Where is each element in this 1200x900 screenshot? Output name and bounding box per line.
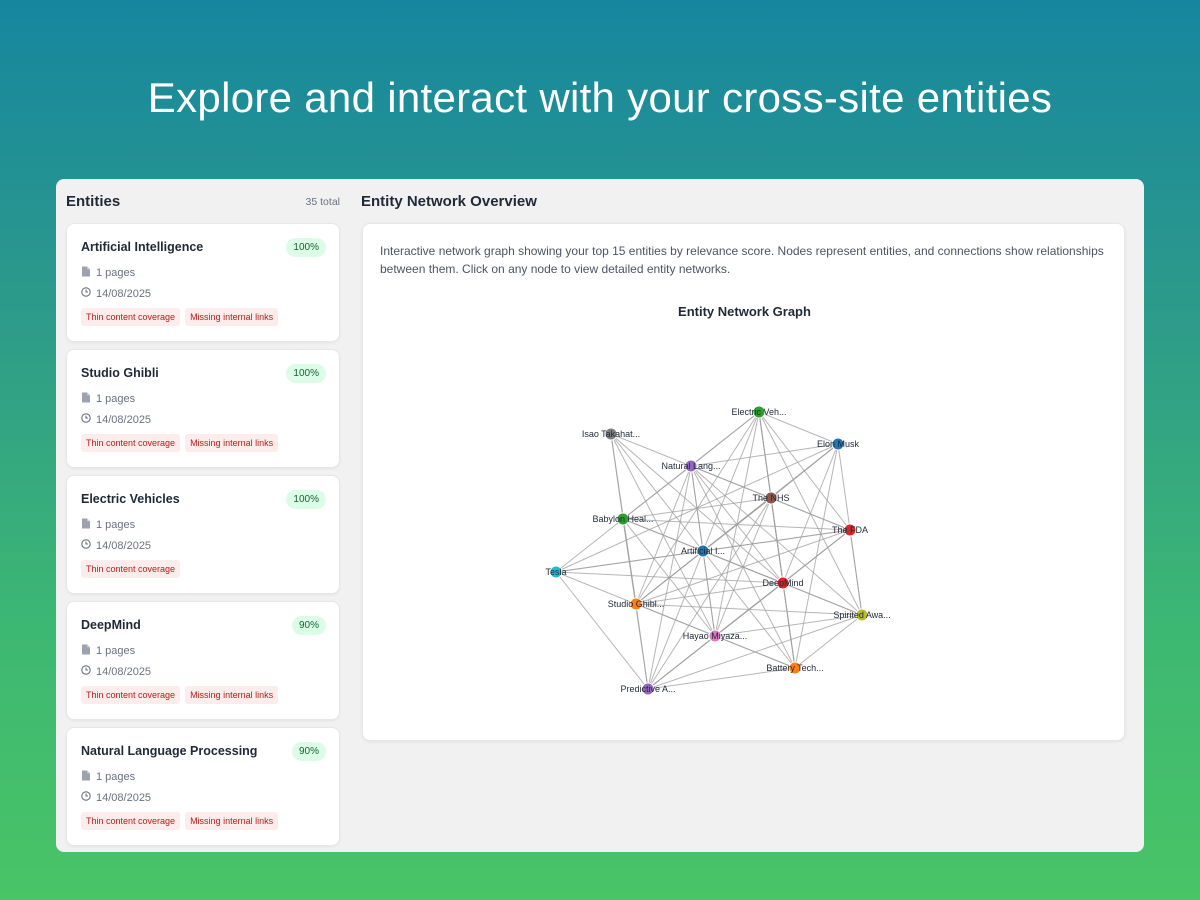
- clock-icon: [81, 287, 96, 300]
- page-count: 1 pages: [81, 266, 135, 280]
- entity-card[interactable]: DeepMind 90% 1 pages 14/08/2025 Thin content…: [66, 601, 340, 720]
- issue-tag: Thin content coverage: [81, 434, 181, 452]
- hero-title: Explore and interact with your cross-sit…: [147, 74, 1053, 121]
- issue-tag: Thin content coverage: [81, 560, 181, 578]
- graph-node-label: Tesla: [545, 567, 566, 577]
- graph-node-label: DeepMind: [762, 578, 803, 588]
- date-label: 14/08/2025: [96, 791, 152, 804]
- document-icon: [81, 644, 96, 658]
- relevance-score-badge: 90%: [291, 742, 326, 761]
- issue-tag: Missing internal links: [185, 308, 279, 326]
- document-icon: [81, 518, 96, 532]
- entity-network-graph[interactable]: Electric Veh... Isao Takahat... Elon Musk N…: [363, 224, 1126, 742]
- page-count-label: 1 pages: [96, 267, 136, 279]
- graph-node-label: Studio Ghibl...: [608, 599, 665, 609]
- graph-edge: [635, 603, 863, 616]
- entity-name: DeepMind: [81, 618, 141, 632]
- page-count: 1 pages: [81, 392, 135, 406]
- issue-tags: Thin content coverage Missing internal li…: [81, 686, 279, 704]
- last-updated: 14/08/2025: [81, 413, 151, 426]
- entity-card[interactable]: Electric Vehicles 100% 1 pages 14/08/2025 Th…: [66, 475, 340, 594]
- relevance-score-badge: 100%: [286, 238, 326, 257]
- graph-node-label: Hayao Miyaza...: [683, 631, 748, 641]
- issue-tag: Missing internal links: [185, 686, 279, 704]
- graph-node-label: Isao Takahat...: [582, 429, 640, 439]
- entity-name: Electric Vehicles: [81, 492, 180, 506]
- graph-node-label: Battery Tech...: [766, 663, 823, 673]
- app-window: Entities 35 total Artificial Intelligenc…: [56, 179, 1144, 852]
- page-count: 1 pages: [81, 518, 135, 532]
- relevance-score-badge: 100%: [286, 364, 326, 383]
- issue-tags: Thin content coverage Missing internal li…: [81, 434, 279, 452]
- entities-panel: Entities 35 total Artificial Intelligenc…: [66, 179, 340, 852]
- last-updated: 14/08/2025: [81, 791, 151, 804]
- entity-name: Natural Language Processing: [81, 744, 258, 758]
- date-label: 14/08/2025: [96, 539, 152, 552]
- entity-card[interactable]: Studio Ghibli 100% 1 pages 14/08/2025 Thin c…: [66, 349, 340, 468]
- issue-tag: Missing internal links: [185, 812, 279, 830]
- document-icon: [81, 392, 96, 406]
- issue-tag: Thin content coverage: [81, 308, 181, 326]
- graph-node-label: The FDA: [832, 525, 868, 535]
- network-card: Interactive network graph showing your t…: [362, 223, 1125, 741]
- graph-node-label: Spirited Awa...: [833, 610, 890, 620]
- page-count-label: 1 pages: [96, 393, 136, 405]
- network-heading: Entity Network Overview: [361, 193, 537, 210]
- clock-icon: [81, 413, 96, 426]
- clock-icon: [81, 539, 96, 552]
- relevance-score-badge: 100%: [286, 490, 326, 509]
- issue-tags: Thin content coverage Missing internal li…: [81, 308, 279, 326]
- entity-name: Studio Ghibli: [81, 366, 159, 380]
- graph-node-label: Babylon Heal...: [592, 514, 653, 524]
- entities-header: Entities 35 total: [66, 193, 340, 213]
- last-updated: 14/08/2025: [81, 539, 151, 552]
- entities-total-count: 35 total: [305, 196, 340, 208]
- issue-tag: Missing internal links: [185, 434, 279, 452]
- issue-tag: Thin content coverage: [81, 686, 181, 704]
- date-label: 14/08/2025: [96, 413, 152, 426]
- graph-node-label: Predictive A...: [620, 684, 675, 694]
- last-updated: 14/08/2025: [81, 665, 151, 678]
- page-count: 1 pages: [81, 770, 135, 784]
- issue-tags: Thin content coverage: [81, 560, 181, 578]
- graph-node-label: Elon Musk: [817, 439, 860, 449]
- document-icon: [81, 770, 96, 784]
- entity-card[interactable]: Artificial Intelligence 100% 1 pages 14/08/…: [66, 223, 340, 342]
- issue-tag: Thin content coverage: [81, 812, 181, 830]
- document-icon: [81, 266, 96, 280]
- entity-name: Artificial Intelligence: [81, 240, 204, 254]
- issue-tags: Thin content coverage Missing internal li…: [81, 812, 279, 830]
- page-count: 1 pages: [81, 644, 135, 658]
- page-count-label: 1 pages: [96, 771, 136, 783]
- last-updated: 14/08/2025: [81, 287, 151, 300]
- clock-icon: [81, 791, 96, 804]
- graph-node-label: The NHS: [752, 493, 789, 503]
- entities-title: Entities: [66, 193, 121, 210]
- date-label: 14/08/2025: [96, 287, 152, 300]
- graph-node-label: Electric Veh...: [731, 407, 786, 417]
- relevance-score-badge: 90%: [291, 616, 326, 635]
- page-count-label: 1 pages: [96, 645, 136, 657]
- date-label: 14/08/2025: [96, 665, 152, 678]
- graph-nodes: Electric Veh... Isao Takahat... Elon Musk N…: [545, 405, 891, 696]
- entity-card[interactable]: Natural Language Processing 90% 1 pages 14/…: [66, 727, 340, 846]
- graph-node-label: Natural Lang...: [661, 461, 720, 471]
- clock-icon: [81, 665, 96, 678]
- page-count-label: 1 pages: [96, 519, 136, 531]
- graph-node-label: Artificial I...: [681, 546, 725, 556]
